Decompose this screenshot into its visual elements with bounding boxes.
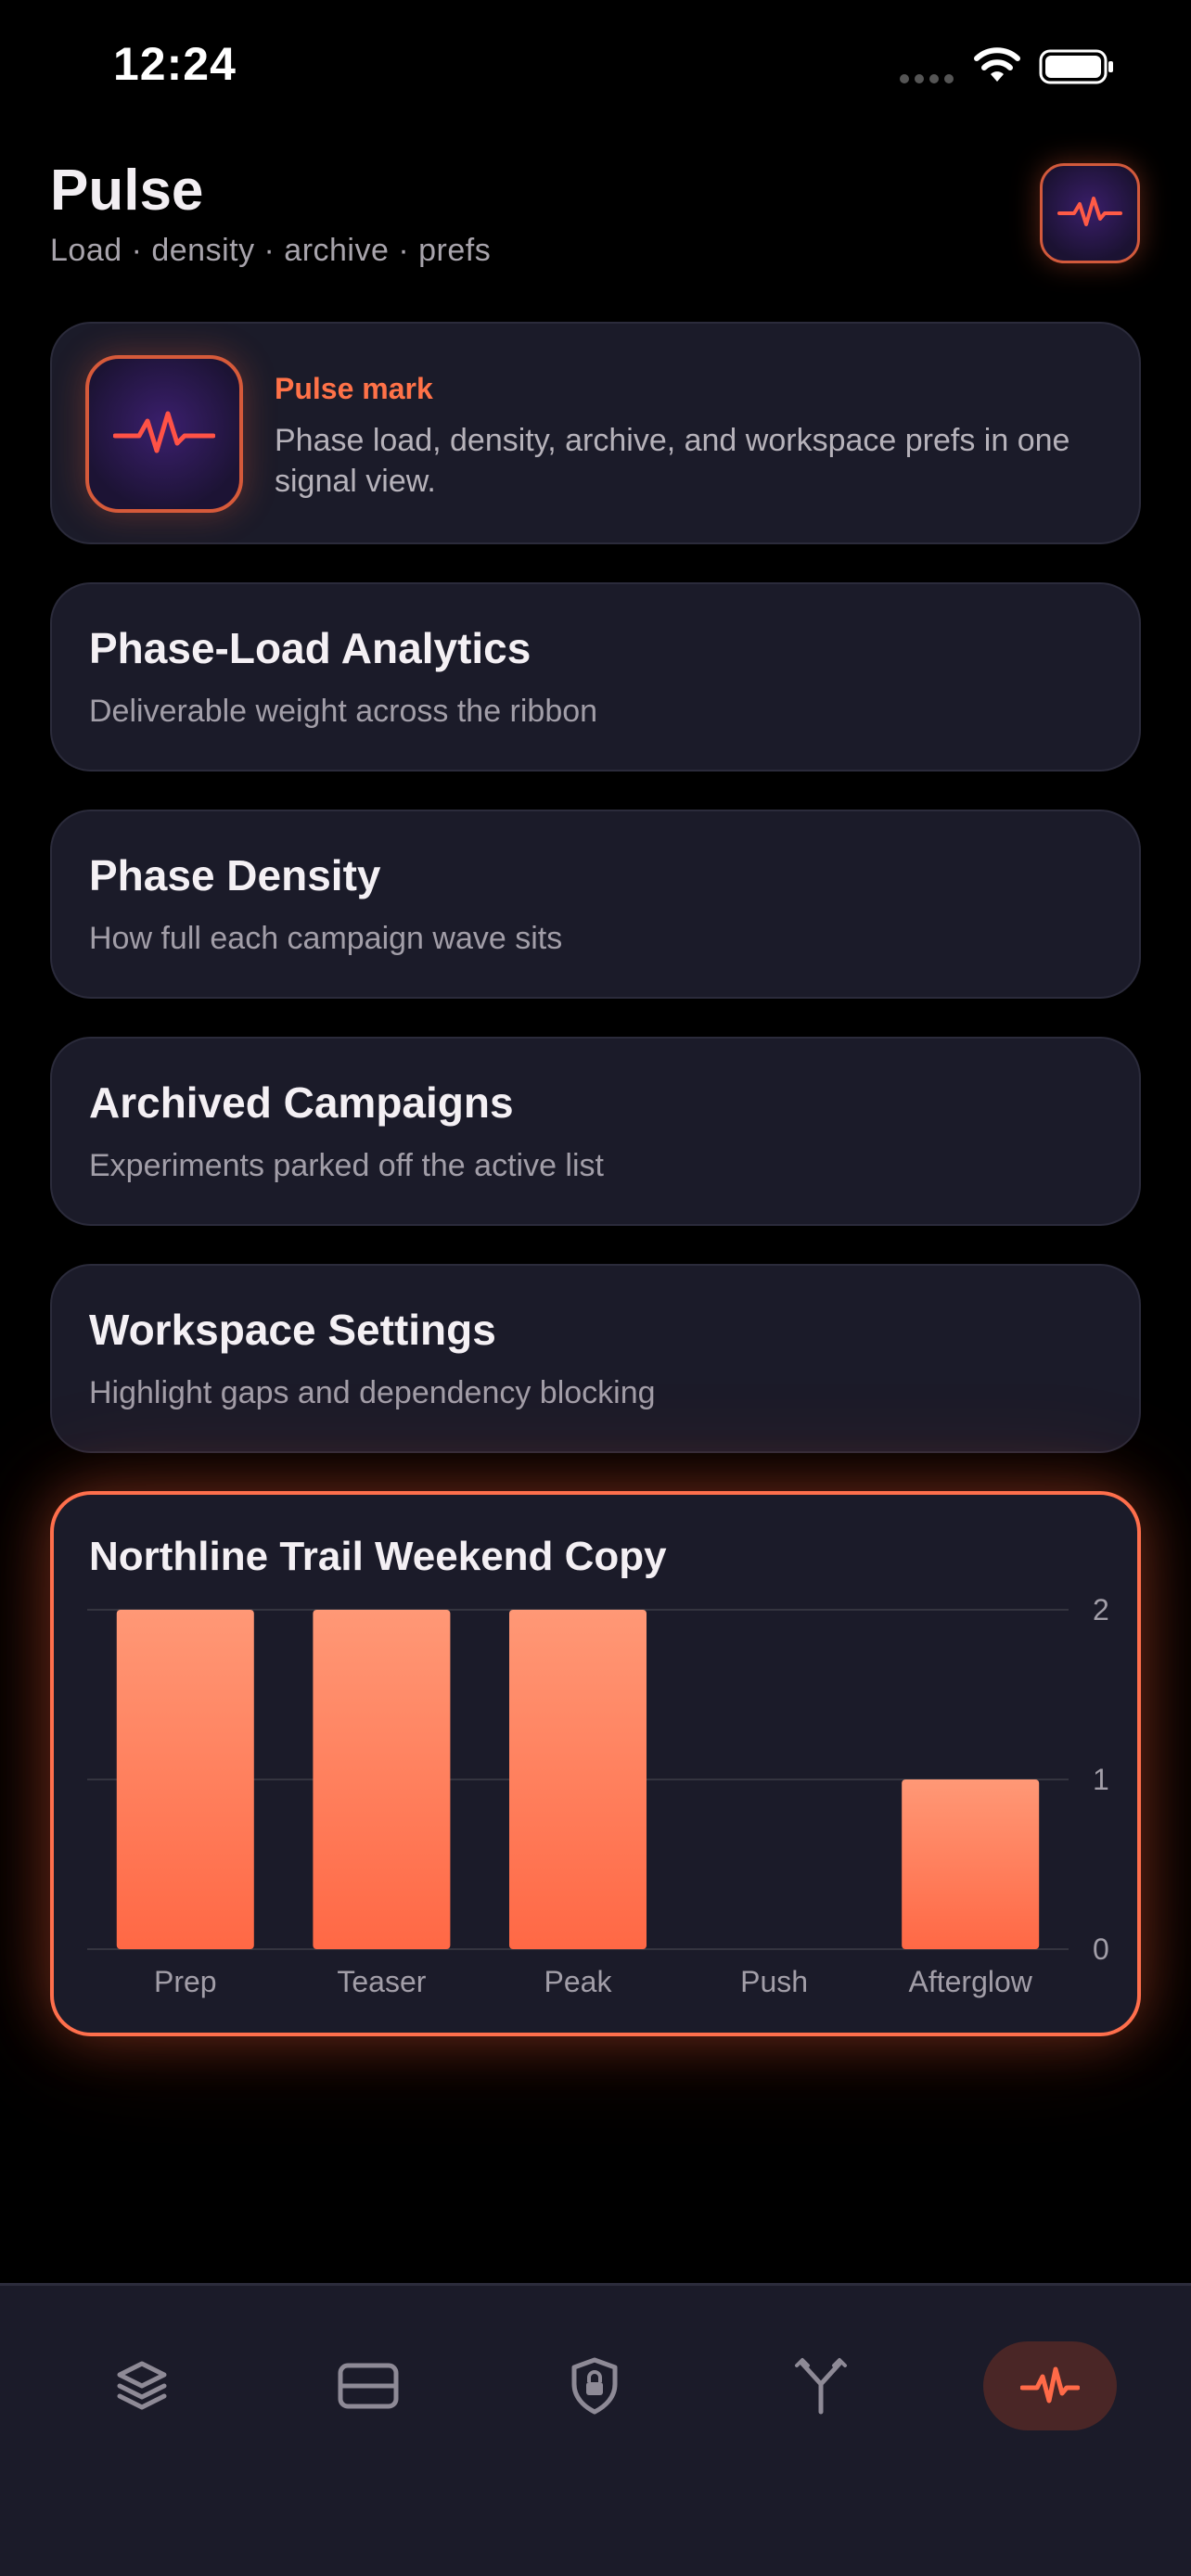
x-tick-label: Push: [740, 1965, 808, 1998]
y-tick-label: 0: [1093, 1932, 1109, 1966]
tab-security[interactable]: [528, 2341, 661, 2430]
status-bar: 12:24: [0, 0, 1191, 139]
campaign-chart-card: Northline Trail Weekend Copy 0 1 2 Prep Teas…: [50, 1491, 1141, 2036]
shield-lock-icon: [571, 2357, 618, 2415]
phase-density-card[interactable]: Phase Density How full each campaign wav…: [50, 810, 1141, 999]
workspace-settings-card[interactable]: Workspace Settings Highlight gaps and de…: [50, 1264, 1141, 1453]
bar: [313, 1610, 451, 1949]
battery-icon: [1039, 49, 1113, 84]
pulse-icon: [1020, 2366, 1080, 2404]
page-subtitle: Load · density · archive · prefs: [50, 233, 492, 268]
x-tick-label: Prep: [154, 1965, 217, 1998]
bar: [902, 1779, 1040, 1949]
card-subtitle: How full each campaign wave sits: [89, 921, 563, 956]
branch-icon: [795, 2358, 847, 2415]
bar: [116, 1610, 254, 1949]
card-subtitle: Experiments parked off the active list: [89, 1148, 604, 1183]
mark-description: Phase load, density, archive, and worksp…: [275, 423, 1070, 499]
tab-card[interactable]: [301, 2341, 435, 2430]
x-tick-label: Afterglow: [909, 1965, 1033, 1998]
phase-load-analytics-card[interactable]: Phase-Load Analytics Deliverable weight …: [50, 582, 1141, 772]
tab-branch[interactable]: [754, 2341, 888, 2430]
card-subtitle: Highlight gaps and dependency blocking: [89, 1375, 656, 1410]
pulse-icon: [113, 411, 215, 453]
bar-chart: 0 1 2 Prep Teaser Peak Push Afterglow: [87, 1593, 1109, 1998]
card-title: Archived Campaigns: [89, 1078, 514, 1127]
pulse-mark-card: Pulse mark Phase load, density, archive,…: [50, 322, 1141, 544]
card-icon: [338, 2363, 399, 2409]
wifi-icon: [974, 47, 1020, 82]
y-tick-label: 2: [1093, 1593, 1109, 1626]
pulse-mark-logo: [85, 355, 243, 513]
tab-bar: [0, 2283, 1191, 2576]
card-title: Phase Density: [89, 851, 381, 899]
x-tick-label: Teaser: [337, 1965, 426, 1998]
card-title: Phase-Load Analytics: [89, 624, 531, 672]
layers-icon: [117, 2361, 167, 2410]
cellular-signal-icon: [900, 74, 954, 83]
bar: [509, 1610, 647, 1949]
x-tick-label: Peak: [544, 1965, 613, 1998]
archived-campaigns-card[interactable]: Archived Campaigns Experiments parked of…: [50, 1037, 1141, 1226]
tab-pulse[interactable]: [983, 2341, 1117, 2430]
status-time: 12:24: [113, 38, 237, 90]
pulse-badge-button[interactable]: [1040, 163, 1140, 263]
mark-title: Pulse mark: [275, 372, 433, 405]
page-title: Pulse: [50, 159, 204, 223]
y-tick-label: 1: [1093, 1763, 1109, 1796]
tab-layers[interactable]: [75, 2341, 209, 2430]
card-title: Workspace Settings: [89, 1306, 496, 1354]
pulse-icon: [1057, 197, 1122, 226]
card-subtitle: Deliverable weight across the ribbon: [89, 694, 598, 729]
